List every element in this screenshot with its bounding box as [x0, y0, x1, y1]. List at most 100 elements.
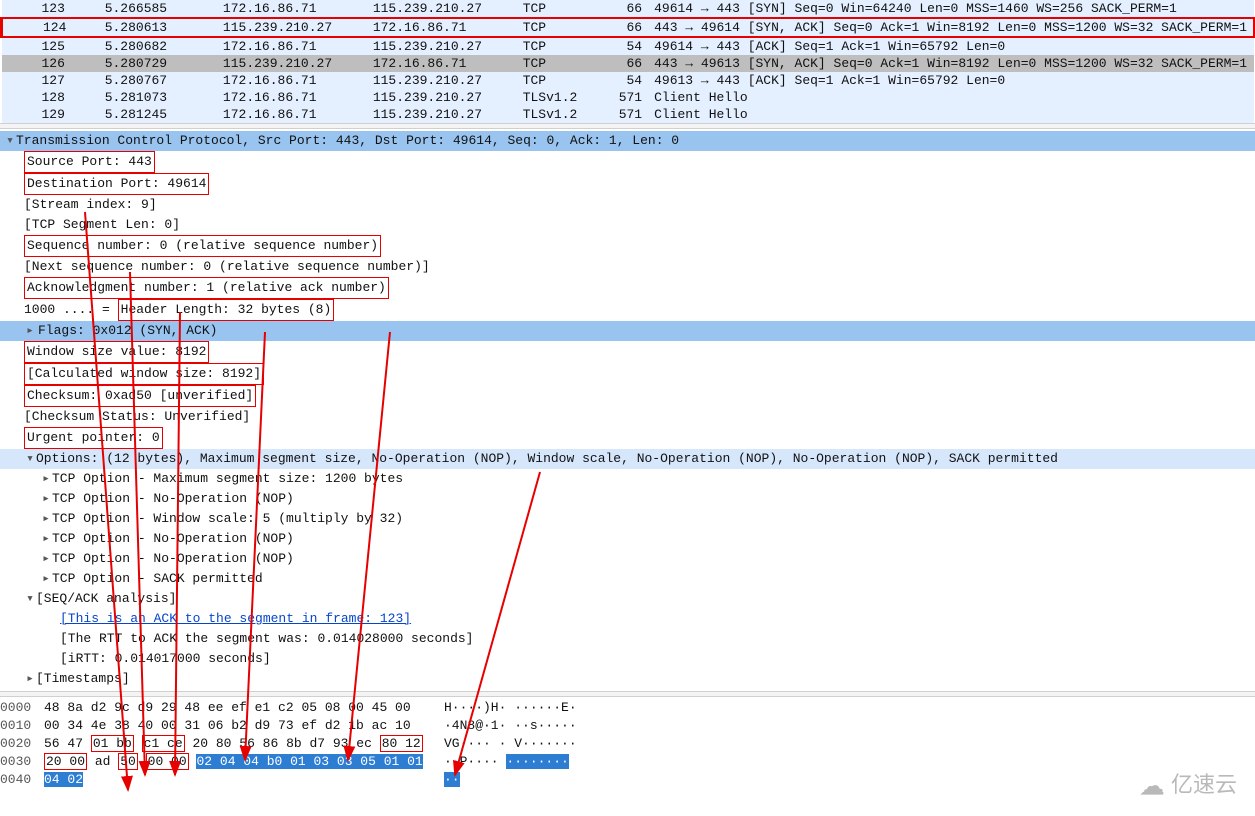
win-text: Window size value: 8192: [24, 341, 209, 363]
packet-src: 172.16.86.71: [217, 89, 367, 106]
hex-offset: 0000: [0, 699, 44, 717]
caret-down-icon: ▾: [24, 449, 36, 469]
packet-no: 123: [2, 0, 99, 18]
hex-bytes: 56 47 01 bb c1 ce 20 80 56 86 8b d7 93 e…: [44, 735, 444, 753]
hex-ascii: ·4N8@·1· ··s·····: [444, 717, 577, 735]
caret-right-icon: ▸: [24, 669, 36, 689]
dst-port-text: Destination Port: 49614: [24, 173, 209, 195]
opt-nop3-line[interactable]: ▸TCP Option - No-Operation (NOP): [0, 549, 1255, 569]
hex-ascii: VG···· · V·······: [444, 735, 577, 753]
packet-row[interactable]: 1295.281245172.16.86.71115.239.210.27TLS…: [2, 106, 1255, 123]
packet-proto: TLSv1.2: [517, 89, 598, 106]
ack-link-line[interactable]: [This is an ACK to the segment in frame:…: [0, 609, 1255, 629]
checksum-status-text: [Checksum Status: Unverified]: [24, 409, 250, 424]
opt-nop1-text: TCP Option - No-Operation (NOP): [52, 491, 294, 506]
packet-dst: 115.239.210.27: [367, 106, 517, 123]
packet-info: 49613 → 443 [ACK] Seq=1 Ack=1 Win=65792 …: [648, 72, 1254, 89]
win-line[interactable]: Window size value: 8192: [0, 341, 1255, 363]
opt-ws-text: TCP Option - Window scale: 5 (multiply b…: [52, 511, 403, 526]
packet-row[interactable]: 1275.280767172.16.86.71115.239.210.27TCP…: [2, 72, 1255, 89]
packet-list[interactable]: 1235.266585172.16.86.71115.239.210.27TCP…: [0, 0, 1255, 123]
hex-ascii: ··: [444, 771, 460, 789]
packet-row[interactable]: 1285.281073172.16.86.71115.239.210.27TLS…: [2, 89, 1255, 106]
packet-info: Client Hello: [648, 106, 1254, 123]
irtt-text: [iRTT: 0.014017000 seconds]: [60, 651, 271, 666]
packet-src: 172.16.86.71: [217, 106, 367, 123]
caret-right-icon: ▸: [40, 529, 52, 549]
hex-row[interactable]: 004004 02··: [0, 771, 1255, 789]
flags-line[interactable]: ▸Flags: 0x012 (SYN, ACK): [0, 321, 1255, 341]
packet-proto: TCP: [517, 55, 598, 72]
packet-info: Client Hello: [648, 89, 1254, 106]
seg-len-line[interactable]: [TCP Segment Len: 0]: [0, 215, 1255, 235]
opt-mss-text: TCP Option - Maximum segment size: 1200 …: [52, 471, 403, 486]
packet-time: 5.280767: [99, 72, 217, 89]
packet-info: 49614 → 443 [ACK] Seq=1 Ack=1 Win=65792 …: [648, 37, 1254, 55]
hex-offset: 0020: [0, 735, 44, 753]
tcp-header-text: Transmission Control Protocol, Src Port:…: [16, 133, 679, 148]
hex-dump[interactable]: 000048 8a d2 9c d9 29 48 ee ef e1 c2 05 …: [0, 697, 1255, 791]
hex-row[interactable]: 001000 34 4e 38 40 00 31 06 b2 d9 73 ef …: [0, 717, 1255, 735]
checksum-line[interactable]: Checksum: 0xad50 [unverified]: [0, 385, 1255, 407]
rtt-line[interactable]: [The RTT to ACK the segment was: 0.01402…: [0, 629, 1255, 649]
opt-ws-line[interactable]: ▸TCP Option - Window scale: 5 (multiply …: [0, 509, 1255, 529]
hex-row[interactable]: 000048 8a d2 9c d9 29 48 ee ef e1 c2 05 …: [0, 699, 1255, 717]
timestamps-line[interactable]: ▸[Timestamps]: [0, 669, 1255, 689]
seq-line[interactable]: Sequence number: 0 (relative sequence nu…: [0, 235, 1255, 257]
hex-bytes: 04 02: [44, 771, 444, 789]
packet-row[interactable]: 1235.266585172.16.86.71115.239.210.27TCP…: [2, 0, 1255, 18]
urg-text: Urgent pointer: 0: [24, 427, 163, 449]
packet-proto: TCP: [517, 18, 598, 37]
hlen-line[interactable]: 1000 .... = Header Length: 32 bytes (8): [0, 299, 1255, 321]
opt-nop2-line[interactable]: ▸TCP Option - No-Operation (NOP): [0, 529, 1255, 549]
src-port-line[interactable]: Source Port: 443: [0, 151, 1255, 173]
caret-down-icon: ▾: [24, 589, 36, 609]
opt-nop3-text: TCP Option - No-Operation (NOP): [52, 551, 294, 566]
src-port-text: Source Port: 443: [24, 151, 155, 173]
packet-time: 5.281073: [99, 89, 217, 106]
packet-row[interactable]: 1245.280613115.239.210.27172.16.86.71TCP…: [2, 18, 1255, 37]
next-seq-line[interactable]: [Next sequence number: 0 (relative seque…: [0, 257, 1255, 277]
packet-no: 127: [2, 72, 99, 89]
caret-right-icon: ▸: [40, 549, 52, 569]
calc-win-line[interactable]: [Calculated window size: 8192]: [0, 363, 1255, 385]
ack-line[interactable]: Acknowledgment number: 1 (relative ack n…: [0, 277, 1255, 299]
checksum-status-line[interactable]: [Checksum Status: Unverified]: [0, 407, 1255, 427]
seqack-line[interactable]: ▾[SEQ/ACK analysis]: [0, 589, 1255, 609]
seg-len-text: [TCP Segment Len: 0]: [24, 217, 180, 232]
packet-src: 115.239.210.27: [217, 55, 367, 72]
packet-dst: 115.239.210.27: [367, 89, 517, 106]
tcp-header-line[interactable]: ▾Transmission Control Protocol, Src Port…: [0, 131, 1255, 151]
ack-link-text[interactable]: [This is an ACK to the segment in frame:…: [60, 611, 411, 626]
caret-right-icon: ▸: [40, 469, 52, 489]
opt-mss-line[interactable]: ▸TCP Option - Maximum segment size: 1200…: [0, 469, 1255, 489]
packet-time: 5.280613: [99, 18, 217, 37]
hlen-pre: 1000 .... =: [24, 302, 110, 317]
dst-port-line[interactable]: Destination Port: 49614: [0, 173, 1255, 195]
urg-line[interactable]: Urgent pointer: 0: [0, 427, 1255, 449]
hex-row[interactable]: 003020 00 ad 50 00 00 02 04 04 b0 01 03 …: [0, 753, 1255, 771]
flags-text: Flags: 0x012 (SYN, ACK): [36, 321, 219, 341]
stream-index-line[interactable]: [Stream index: 9]: [0, 195, 1255, 215]
hex-offset: 0010: [0, 717, 44, 735]
packet-info: 49614 → 443 [SYN] Seq=0 Win=64240 Len=0 …: [648, 0, 1254, 18]
irtt-line[interactable]: [iRTT: 0.014017000 seconds]: [0, 649, 1255, 669]
hex-row[interactable]: 002056 47 01 bb c1 ce 20 80 56 86 8b d7 …: [0, 735, 1255, 753]
packet-info: 443 → 49613 [SYN, ACK] Seq=0 Ack=1 Win=8…: [648, 55, 1254, 72]
opt-sack-line[interactable]: ▸TCP Option - SACK permitted: [0, 569, 1255, 589]
packet-row[interactable]: 1265.280729115.239.210.27172.16.86.71TCP…: [2, 55, 1255, 72]
opt-sack-text: TCP Option - SACK permitted: [52, 571, 263, 586]
packet-row[interactable]: 1255.280682172.16.86.71115.239.210.27TCP…: [2, 37, 1255, 55]
packet-len: 571: [598, 106, 648, 123]
timestamps-text: [Timestamps]: [36, 671, 130, 686]
hex-offset: 0040: [0, 771, 44, 789]
packet-len: 66: [598, 55, 648, 72]
options-line[interactable]: ▾Options: (12 bytes), Maximum segment si…: [0, 449, 1255, 469]
packet-src: 115.239.210.27: [217, 18, 367, 37]
packet-info: 443 → 49614 [SYN, ACK] Seq=0 Ack=1 Win=8…: [648, 18, 1254, 37]
caret-right-icon: ▸: [24, 321, 36, 341]
caret-down-icon: ▾: [4, 131, 16, 151]
hex-bytes: 00 34 4e 38 40 00 31 06 b2 d9 73 ef d2 1…: [44, 717, 444, 735]
opt-nop1-line[interactable]: ▸TCP Option - No-Operation (NOP): [0, 489, 1255, 509]
packet-details[interactable]: ▾Transmission Control Protocol, Src Port…: [0, 129, 1255, 691]
